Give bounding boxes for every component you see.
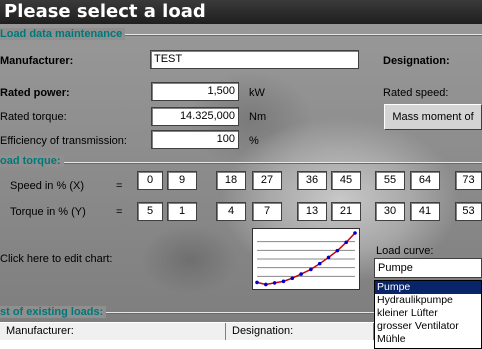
load-curve-option[interactable]: Hydraulikpumpe	[375, 294, 481, 307]
manufacturer-label: Manufacturer:	[0, 55, 74, 67]
window-title: Please select a load	[0, 0, 482, 24]
speed-value-input[interactable]: 27	[252, 171, 282, 190]
torque-value-input[interactable]: 5	[137, 202, 163, 221]
chart-data-point	[344, 240, 348, 245]
rated-power-label: Rated power:	[0, 87, 70, 99]
chart-data-point	[281, 279, 286, 284]
rated-torque-unit: Nm	[249, 111, 267, 123]
chart-data-point	[317, 261, 322, 266]
torque-value-input[interactable]: 53	[455, 202, 482, 221]
chart-data-point	[264, 282, 268, 287]
rated-torque-label: Rated torque:	[0, 111, 67, 123]
efficiency-unit: %	[249, 135, 259, 147]
speed-value-input[interactable]: 55	[375, 171, 405, 190]
torque-value-input[interactable]: 41	[410, 202, 440, 221]
chart-data-point	[255, 280, 259, 285]
section-title-maintenance: Load data maintenance	[0, 28, 126, 40]
torque-equals: =	[116, 206, 123, 218]
loads-table-header: Manufacturer: Designation:	[0, 322, 374, 341]
torque-value-input[interactable]: 1	[167, 202, 197, 221]
load-curve-label: Load curve:	[376, 245, 434, 257]
designation-label: Designation:	[383, 55, 450, 67]
efficiency-label: Efficiency of transmission:	[0, 135, 127, 147]
chart-data-point	[326, 255, 331, 260]
speed-value-input[interactable]: 36	[297, 171, 327, 190]
column-header-manufacturer[interactable]: Manufacturer:	[0, 323, 226, 340]
speed-value-input[interactable]: 18	[216, 171, 246, 190]
manufacturer-input[interactable]: TEST	[150, 50, 359, 69]
load-curve-option[interactable]: Pumpe	[375, 281, 481, 294]
load-curve-select[interactable]: Pumpe	[374, 258, 482, 278]
load-curve-dropdown[interactable]: Pumpe Hydraulikpumpe kleiner Lüfter gros…	[374, 280, 482, 349]
chart-data-point	[309, 267, 313, 272]
torque-value-input[interactable]: 7	[252, 202, 282, 221]
chart-data-point	[299, 272, 303, 276]
torque-value-input[interactable]: 21	[331, 202, 361, 221]
rated-power-input[interactable]: 1,500	[151, 82, 239, 101]
section-title-torque: oad torque:	[0, 155, 64, 167]
load-curve-option[interactable]: grosser Ventilator	[375, 320, 481, 333]
torque-label: Torque in % (Y)	[10, 206, 86, 218]
edit-chart-label: Click here to edit chart:	[0, 253, 113, 265]
torque-value-input[interactable]: 4	[216, 202, 246, 221]
section-title-existing: st of existing loads:	[0, 306, 107, 318]
load-curve-selected: Pumpe	[378, 262, 413, 274]
speed-value-input[interactable]: 0	[137, 171, 163, 190]
speed-value-input[interactable]: 64	[410, 171, 440, 190]
load-chart[interactable]	[252, 228, 360, 290]
load-curve-option[interactable]: Mühle	[375, 333, 481, 346]
speed-value-input[interactable]: 73	[455, 171, 482, 190]
rated-power-unit: kW	[249, 87, 265, 99]
speed-equals: =	[116, 180, 123, 192]
chart-data-point	[290, 276, 295, 281]
speed-value-input[interactable]: 9	[167, 171, 197, 190]
chart-data-point	[353, 231, 357, 235]
torque-value-input[interactable]: 13	[297, 202, 327, 221]
torque-value-input[interactable]: 30	[375, 202, 405, 221]
efficiency-input[interactable]: 100	[151, 130, 239, 149]
load-curve-option[interactable]: kleiner Lüfter	[375, 307, 481, 320]
rated-torque-input[interactable]: 14.325,000	[151, 107, 239, 126]
chart-data-point	[335, 248, 340, 253]
table-row[interactable]	[0, 340, 374, 349]
speed-value-input[interactable]: 45	[331, 171, 361, 190]
column-header-designation[interactable]: Designation:	[226, 323, 374, 340]
rated-speed-label: Rated speed:	[383, 87, 449, 99]
chart-data-point	[272, 281, 277, 285]
mass-moment-button[interactable]: Mass moment of	[384, 104, 482, 130]
section-separator	[0, 162, 482, 164]
load-chart-plot[interactable]	[253, 229, 359, 289]
speed-label: Speed in % (X)	[10, 180, 84, 192]
